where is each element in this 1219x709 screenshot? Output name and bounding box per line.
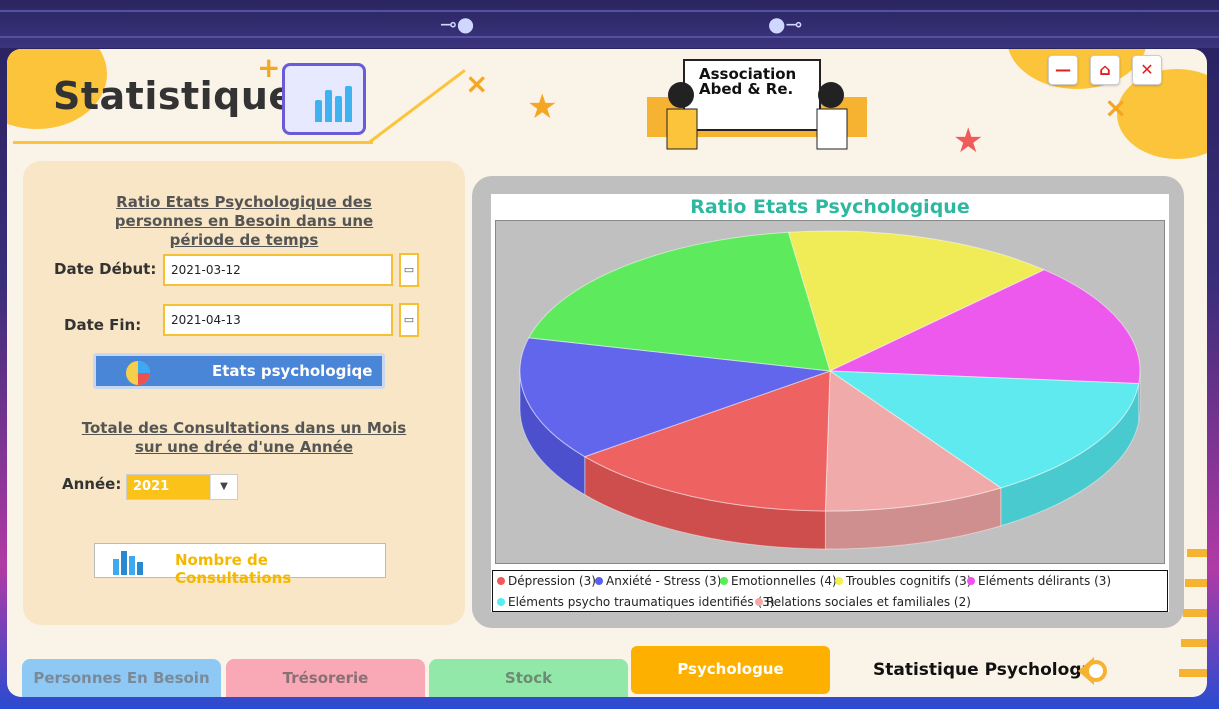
- tab-tresorerie[interactable]: Trésorerie: [226, 659, 425, 697]
- legend-swatch: [497, 598, 505, 606]
- decor-blob: [1117, 69, 1207, 159]
- chevron-down-icon[interactable]: ▼: [210, 475, 237, 499]
- divider: [0, 10, 1219, 12]
- legend-label: Anxiété - Stress (3): [606, 574, 722, 588]
- close-button[interactable]: ✕: [1132, 55, 1162, 85]
- decor-line: [368, 69, 466, 144]
- bar-shape: [335, 96, 342, 122]
- ornament-icon: ⊸●: [440, 12, 475, 36]
- plot-area: [495, 220, 1165, 564]
- decor-line: [13, 141, 373, 144]
- annee-select[interactable]: 2021 ▼: [126, 474, 238, 500]
- legend-item: Troubles cognitifs (3): [835, 574, 971, 588]
- consult-heading: Totale des Consultations dans un Mois su…: [81, 419, 407, 456]
- page-title: Statistique: [53, 74, 295, 118]
- nombre-consultations-button[interactable]: Nombre de Consultations: [94, 543, 386, 587]
- ornament-icon: ●⊸: [768, 12, 803, 36]
- date-fin-field[interactable]: 2021-04-13: [163, 304, 393, 336]
- person-illustration-icon: [816, 82, 848, 150]
- annee-value: 2021: [127, 475, 211, 499]
- legend-item: Anxiété - Stress (3): [595, 574, 721, 588]
- decor-stripe: [1187, 549, 1207, 557]
- chart-panel: Ratio Etats Psychologique Dépression (3)…: [491, 194, 1169, 612]
- calendar-icon[interactable]: ▭: [399, 303, 419, 337]
- star-icon: ★: [527, 87, 558, 127]
- home-button[interactable]: ⌂: [1090, 55, 1120, 85]
- chart-title: Ratio Etats Psychologique: [690, 196, 970, 218]
- top-decorative-bar: ⊸● ●⊸: [0, 0, 1219, 48]
- legend-swatch: [835, 577, 843, 585]
- decor-stripe: [1181, 639, 1207, 647]
- person-illustration-icon: [666, 82, 698, 150]
- legend-item: Eléments délirants (3): [967, 574, 1111, 588]
- cross-icon: ×: [1104, 91, 1128, 124]
- consultations-button-label: Nombre de Consultations: [175, 551, 292, 587]
- date-debut-label: Date Début:: [54, 260, 157, 278]
- pie-chart: [519, 230, 1141, 550]
- logo-text: Association Abed & Re.: [699, 65, 797, 98]
- decor-stripe: [1179, 669, 1207, 677]
- bar-shape: [345, 86, 352, 122]
- chart-legend: Dépression (3) Anxiété - Stress (3) Emotio…: [492, 570, 1168, 612]
- section-title: Statistique Psychologue: [873, 660, 1106, 680]
- legend-item: Dépression (3): [497, 574, 596, 588]
- calendar-icon[interactable]: ▭: [399, 253, 419, 287]
- date-debut-field[interactable]: 2021-03-12: [163, 254, 393, 286]
- date-fin-label: Date Fin:: [64, 316, 142, 334]
- back-arrow-icon[interactable]: [1074, 653, 1110, 689]
- divider: [0, 36, 1219, 38]
- bar-shape: [315, 100, 322, 122]
- star-icon: ★: [953, 121, 984, 161]
- pie-chart-icon: [126, 361, 150, 385]
- minimize-button[interactable]: —: [1048, 55, 1078, 85]
- legend-label: Eléments délirants (3): [978, 574, 1112, 588]
- decor-stripe: [1185, 579, 1207, 587]
- legend-swatch: [595, 577, 603, 585]
- filter-panel: Ratio Etats Psychologique des personnes …: [23, 161, 465, 625]
- tab-psychologue[interactable]: Psychologue: [631, 646, 830, 694]
- legend-label: Eléments psycho traumatiques identifiés …: [508, 595, 775, 609]
- legend-swatch: [497, 577, 505, 585]
- legend-swatch: [967, 577, 975, 585]
- bar-chart-icon: [113, 551, 143, 575]
- annee-label: Année:: [62, 475, 122, 493]
- ratio-heading: Ratio Etats Psychologique des personnes …: [114, 193, 374, 249]
- legend-label: Dépression (3): [508, 574, 596, 588]
- legend-label: Relations sociales et familiales (2): [766, 595, 971, 609]
- legend-label: Troubles cognitifs (3): [846, 574, 972, 588]
- legend-item: Relations sociales et familiales (2): [755, 595, 971, 609]
- statistics-dashboard-icon: [282, 63, 366, 135]
- legend-swatch: [720, 577, 728, 585]
- tab-personnes-en-besoin[interactable]: Personnes En Besoin: [22, 659, 221, 697]
- legend-item: Eléments psycho traumatiques identifiés …: [497, 595, 774, 609]
- etats-button-label: Etats psychologiqe: [212, 362, 373, 380]
- bar-shape: [325, 90, 332, 122]
- cross-icon: ×: [465, 67, 489, 100]
- chart-frame: Ratio Etats Psychologique Dépression (3)…: [472, 176, 1184, 628]
- tab-stock[interactable]: Stock: [429, 659, 628, 697]
- legend-swatch: [755, 598, 763, 606]
- association-logo: Association Abed & Re.: [643, 57, 873, 173]
- legend-item: Emotionnelles (4): [720, 574, 837, 588]
- legend-label: Emotionnelles (4): [731, 574, 837, 588]
- main-window: + × ★ ★ × Statistique Association Abed &…: [7, 49, 1207, 697]
- decor-stripe: [1183, 609, 1207, 617]
- etats-psychologique-button[interactable]: Etats psychologiqe: [93, 353, 385, 389]
